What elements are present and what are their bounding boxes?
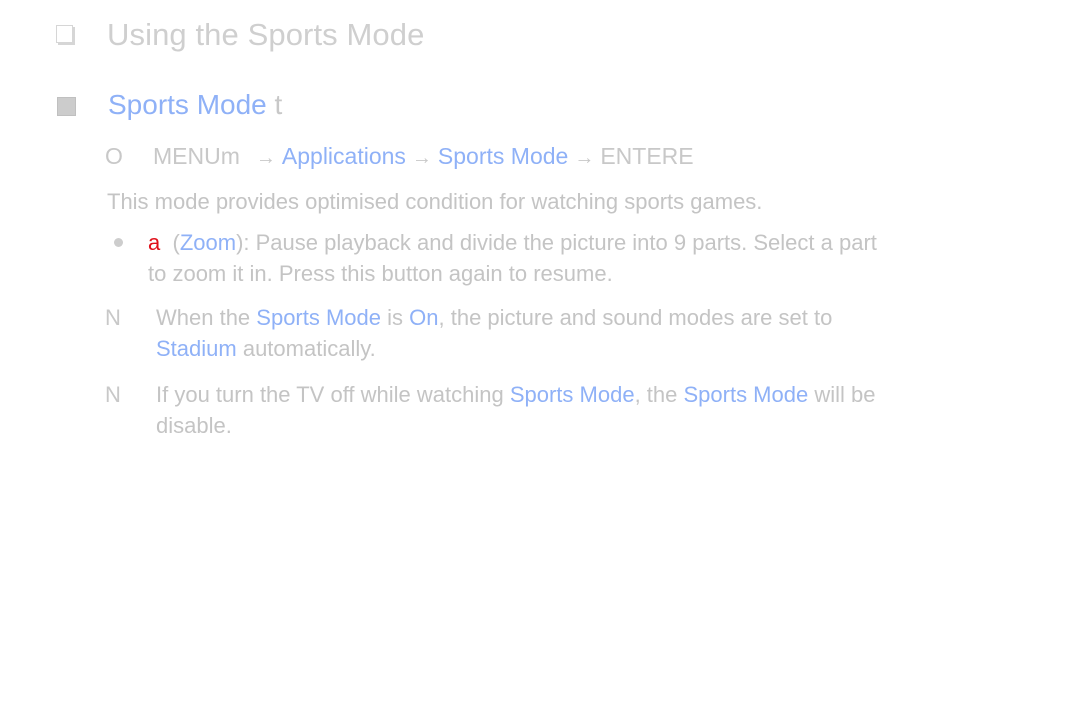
note-2-line2: disable. bbox=[156, 413, 232, 439]
arrow-icon: → bbox=[574, 147, 595, 169]
note-text-fragment: If you turn the TV off while watching bbox=[156, 382, 510, 407]
note-1-line1: When the Sports Mode is On, the picture … bbox=[156, 305, 832, 331]
note-text-fragment: is bbox=[381, 305, 410, 330]
subsection-suffix-glyph: t bbox=[274, 89, 283, 120]
note-icon: N bbox=[105, 382, 121, 407]
enter-button-label: ENTERE bbox=[600, 143, 694, 169]
red-key-icon: a bbox=[148, 230, 161, 255]
zoom-button-name: Zoom bbox=[179, 230, 237, 255]
bullet-dot-icon bbox=[114, 238, 123, 247]
highlight-stadium: Stadium bbox=[156, 336, 237, 361]
bullet-open-paren: ( bbox=[172, 230, 180, 255]
square-bullet-icon bbox=[57, 97, 76, 116]
note-1-line2: Stadium automatically. bbox=[156, 336, 376, 362]
note-text-fragment: When the bbox=[156, 305, 257, 330]
bullet-description: ): Pause playback and divide the picture… bbox=[236, 230, 877, 255]
note-text-fragment: , the bbox=[634, 382, 684, 407]
note-text-fragment: will be bbox=[808, 382, 876, 407]
note-text-fragment: , the picture and sound modes are set to bbox=[438, 305, 833, 330]
subsection-heading: Sports Mode t bbox=[108, 89, 282, 121]
note-text-fragment: disable. bbox=[156, 413, 232, 438]
highlight-sports-mode: Sports Mode bbox=[256, 305, 382, 330]
subsection-title: Sports Mode bbox=[108, 89, 267, 120]
description-text: This mode provides optimised condition f… bbox=[107, 189, 763, 214]
menu-step-applications: Applications bbox=[281, 143, 406, 169]
menu-button-label: MENUm bbox=[153, 143, 240, 169]
highlight-sports-mode: Sports Mode bbox=[683, 382, 809, 407]
menu-path: O MENUm → Applications → Sports Mode → ENTERE bbox=[105, 143, 694, 170]
section-title: Using the Sports Mode bbox=[107, 17, 425, 52]
menu-path-icon: O bbox=[105, 143, 123, 169]
arrow-icon: → bbox=[255, 147, 276, 169]
arrow-icon: → bbox=[411, 147, 432, 169]
highlight-sports-mode: Sports Mode bbox=[509, 382, 635, 407]
note-2-line1: If you turn the TV off while watching Sp… bbox=[156, 382, 875, 408]
checkbox-icon bbox=[56, 25, 73, 43]
highlight-on: On bbox=[409, 305, 439, 330]
note-icon: N bbox=[105, 305, 121, 330]
note-text-fragment: automatically. bbox=[236, 336, 376, 361]
menu-step-sports-mode: Sports Mode bbox=[437, 143, 569, 169]
bullet-zoom-line2: to zoom it in. Press this button again t… bbox=[148, 261, 613, 286]
bullet-zoom-line1: a (Zoom): Pause playback and divide the … bbox=[148, 230, 877, 256]
